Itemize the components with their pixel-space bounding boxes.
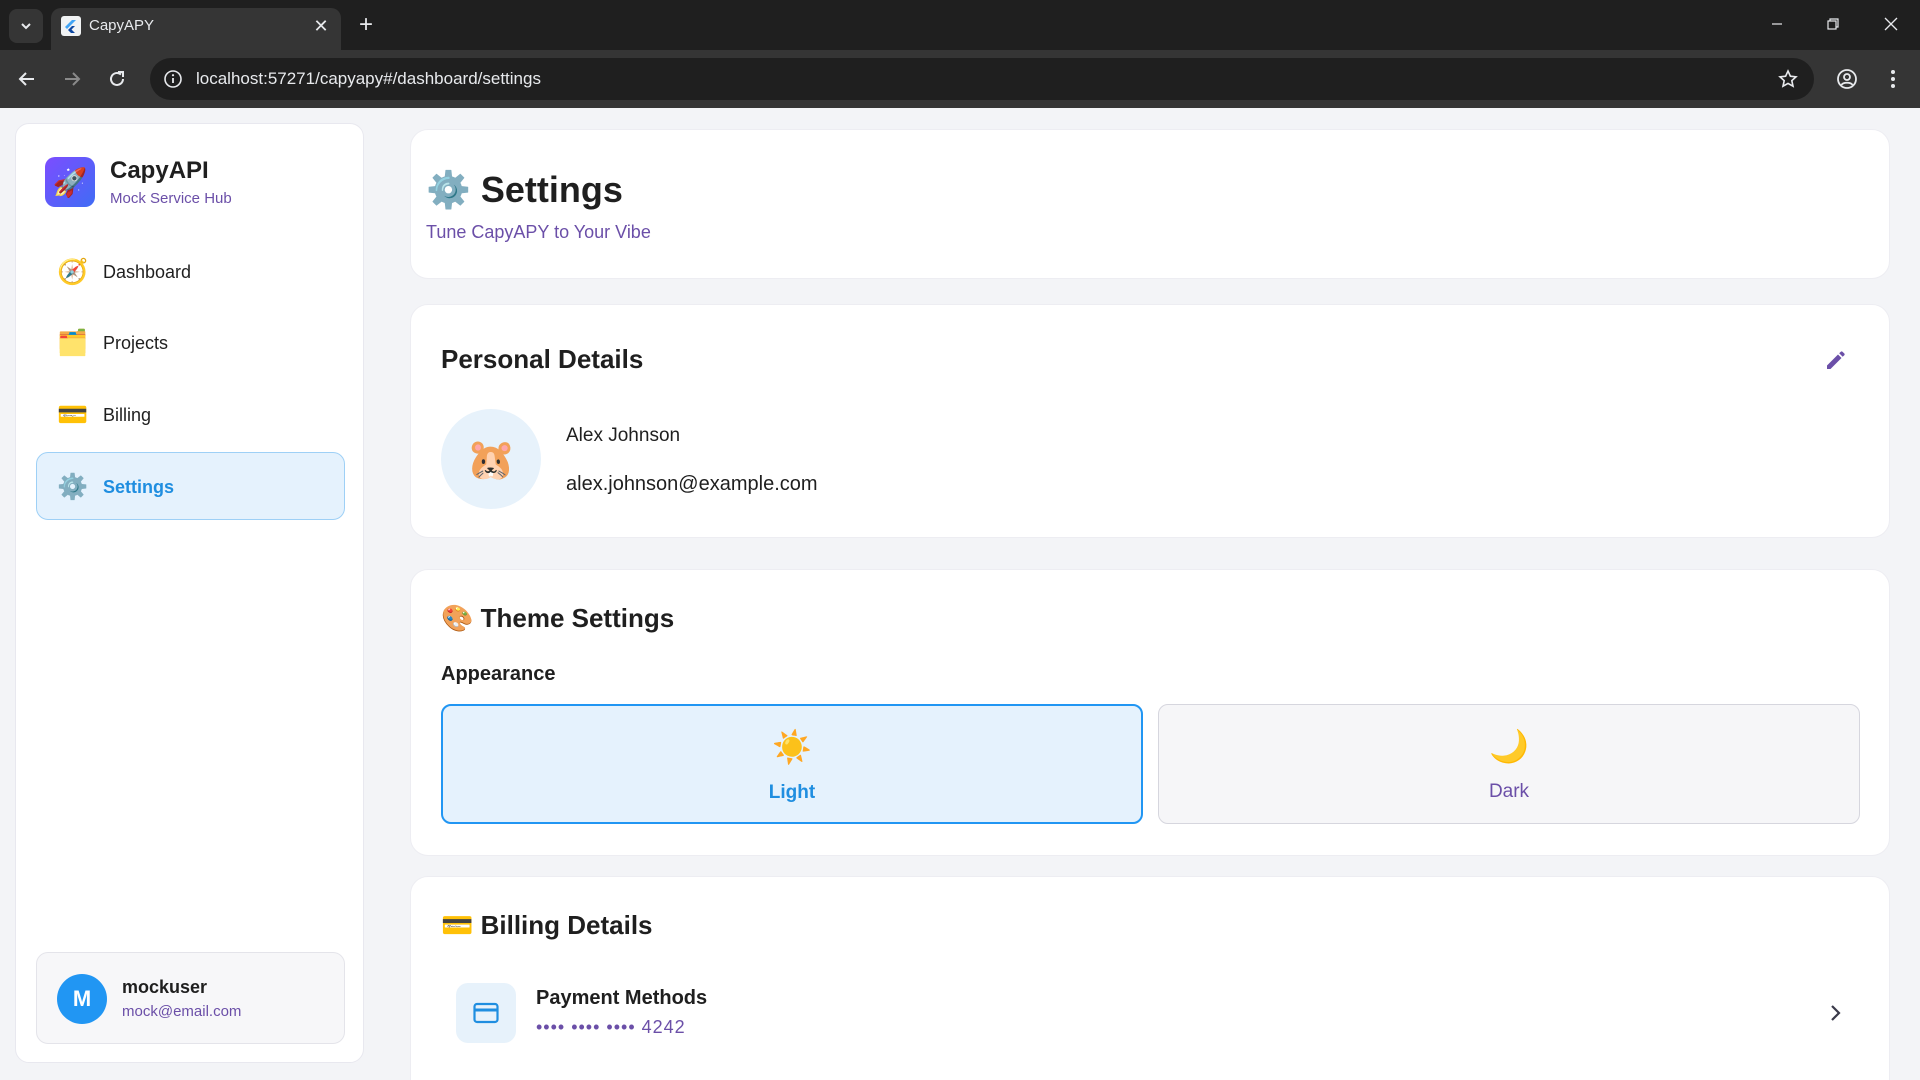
- tab-strip: CapyAPY ✕ +: [0, 0, 1920, 50]
- arrow-left-icon: [18, 72, 34, 86]
- brand-name: CapyAPI: [110, 157, 209, 184]
- forward-button[interactable]: [55, 62, 89, 96]
- sidebar-item-projects[interactable]: 🗂️ Projects: [36, 308, 345, 376]
- tab-search-button[interactable]: [9, 9, 43, 43]
- rocket-icon: 🚀: [45, 157, 95, 207]
- theme-settings-title: 🎨 Theme Settings: [441, 603, 675, 633]
- page-title-text: Settings: [480, 169, 623, 210]
- profile-name: Alex Johnson: [566, 425, 681, 446]
- billing-details-title: 💳 Billing Details: [441, 910, 653, 940]
- close-icon: [1884, 17, 1898, 31]
- close-window-button[interactable]: [1866, 8, 1916, 40]
- minimize-icon: [1772, 23, 1782, 25]
- hamster-avatar: 🐹: [441, 409, 541, 509]
- minimize-button[interactable]: [1752, 8, 1802, 40]
- profile-email: alex.johnson@example.com: [566, 473, 818, 495]
- billing-details-card: 💳 Billing Details Payment Methods •••• •…: [410, 876, 1890, 1080]
- reload-icon: [110, 71, 124, 86]
- sidebar-item-label: Dashboard: [103, 262, 192, 282]
- theme-settings-card: 🎨 Theme Settings Appearance ☀️ Light 🌙 D…: [410, 569, 1890, 856]
- sun-icon: ☀️: [772, 729, 812, 765]
- sidebar-item-label: Billing: [103, 405, 152, 425]
- page-title: ⚙️ Settings: [426, 168, 623, 212]
- credit-card-icon: 💳: [57, 401, 89, 429]
- url-text[interactable]: localhost:57271/capyapy#/dashboard/setti…: [196, 69, 541, 89]
- user-name: mockuser: [122, 977, 208, 997]
- address-bar[interactable]: localhost:57271/capyapy#/dashboard/setti…: [150, 58, 1814, 100]
- browser-chrome: CapyAPY ✕ + localhost:57271/capyapy#/das…: [0, 0, 1920, 108]
- moon-icon: 🌙: [1489, 728, 1529, 764]
- bookmark-star-icon[interactable]: [1776, 67, 1800, 91]
- chevron-right-icon[interactable]: [1821, 999, 1849, 1027]
- sidebar-item-billing[interactable]: 💳 Billing: [36, 380, 345, 448]
- tab-title: CapyAPY: [89, 17, 155, 34]
- personal-details-card: Personal Details 🐹 Alex Johnson alex.joh…: [410, 304, 1890, 538]
- back-button[interactable]: [10, 62, 44, 96]
- sidebar-item-settings[interactable]: ⚙️ Settings: [36, 452, 345, 520]
- arrow-right-icon: [65, 72, 81, 86]
- personal-details-title: Personal Details: [441, 344, 644, 374]
- profile-button[interactable]: [1830, 62, 1864, 96]
- browser-menu-button[interactable]: [1876, 62, 1910, 96]
- sidebar-item-dashboard[interactable]: 🧭 Dashboard: [36, 237, 345, 305]
- account-circle-icon: [1837, 69, 1857, 89]
- credit-card-icon: [456, 983, 516, 1043]
- sidebar: 🚀 CapyAPI Mock Service Hub 🧭 Dashboard 🗂…: [15, 123, 364, 1063]
- restore-button[interactable]: [1808, 8, 1858, 40]
- gear-icon: ⚙️: [426, 169, 471, 210]
- brand-subtitle: Mock Service Hub: [110, 190, 232, 207]
- theme-option-light[interactable]: ☀️ Light: [441, 704, 1143, 824]
- sidebar-item-label: Settings: [103, 477, 175, 497]
- reload-button[interactable]: [100, 62, 134, 96]
- folder-icon: 🗂️: [57, 329, 89, 357]
- browser-tab[interactable]: CapyAPY ✕: [51, 8, 341, 50]
- avatar: M: [57, 974, 107, 1024]
- sidebar-item-label: Projects: [103, 333, 169, 353]
- site-info-icon[interactable]: [162, 68, 184, 90]
- more-vert-icon: [1891, 70, 1895, 88]
- user-card[interactable]: M mockuser mock@email.com: [36, 952, 345, 1044]
- appearance-label: Appearance: [441, 663, 556, 685]
- payment-card-number: •••• •••• •••• 4242: [536, 1017, 686, 1037]
- theme-option-dark[interactable]: 🌙 Dark: [1158, 704, 1860, 824]
- theme-option-label: Light: [768, 782, 816, 803]
- payment-methods-title: Payment Methods: [536, 987, 708, 1009]
- theme-option-label: Dark: [1488, 781, 1530, 802]
- page-subtitle: Tune CapyAPY to Your Vibe: [426, 222, 651, 242]
- user-email: mock@email.com: [122, 1003, 242, 1020]
- pencil-icon: [1827, 351, 1845, 369]
- flutter-icon: [61, 16, 81, 36]
- chevron-down-icon: [21, 23, 31, 30]
- new-tab-button[interactable]: +: [352, 11, 380, 39]
- compass-icon: 🧭: [57, 258, 89, 286]
- tab-close-icon[interactable]: ✕: [309, 14, 333, 38]
- edit-profile-button[interactable]: [1819, 345, 1851, 377]
- gear-icon: ⚙️: [57, 473, 89, 501]
- page-header: ⚙️ Settings Tune CapyAPY to Your Vibe: [410, 129, 1890, 279]
- browser-toolbar: localhost:57271/capyapy#/dashboard/setti…: [0, 50, 1920, 108]
- restore-icon: [1827, 18, 1839, 30]
